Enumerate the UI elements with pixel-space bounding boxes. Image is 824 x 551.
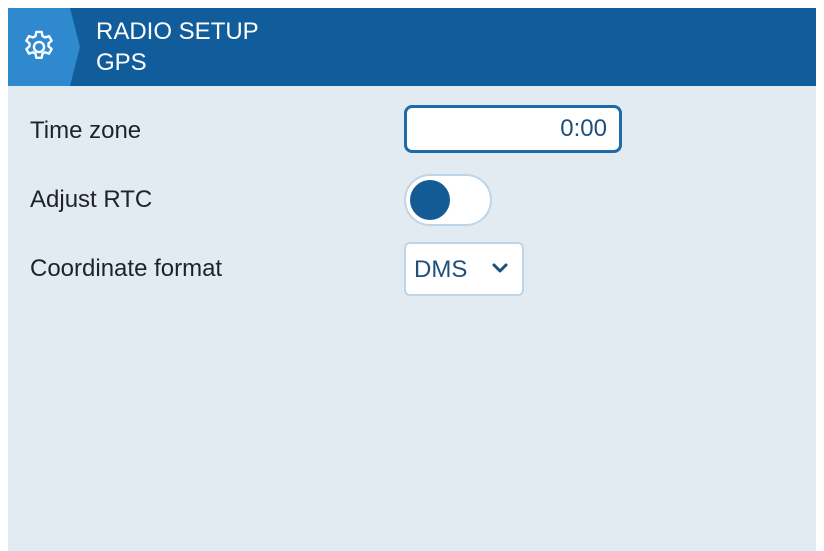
chevron-down-icon <box>492 263 508 273</box>
page-subtitle: GPS <box>96 49 147 76</box>
adjust-rtc-toggle[interactable] <box>404 174 492 226</box>
header-titles: RADIO SETUP GPS <box>96 16 259 78</box>
coordinate-format-select[interactable]: DMS <box>404 242 524 296</box>
header-bar: RADIO SETUP GPS <box>8 8 816 86</box>
coordinate-format-label: Coordinate format <box>30 255 223 282</box>
adjust-rtc-label: Adjust RTC <box>30 186 153 213</box>
settings-tab[interactable] <box>8 8 80 86</box>
time-zone-field[interactable]: 0:00 <box>404 105 622 153</box>
time-zone-label: Time zone <box>30 117 142 144</box>
radio-setup-screen: RADIO SETUP GPS Time zone 0:00 Adjust RT… <box>8 8 816 551</box>
coordinate-format-value: DMS <box>414 256 468 283</box>
gear-icon <box>25 30 53 59</box>
toggle-knob <box>410 180 450 220</box>
page-title: RADIO SETUP <box>96 18 259 45</box>
